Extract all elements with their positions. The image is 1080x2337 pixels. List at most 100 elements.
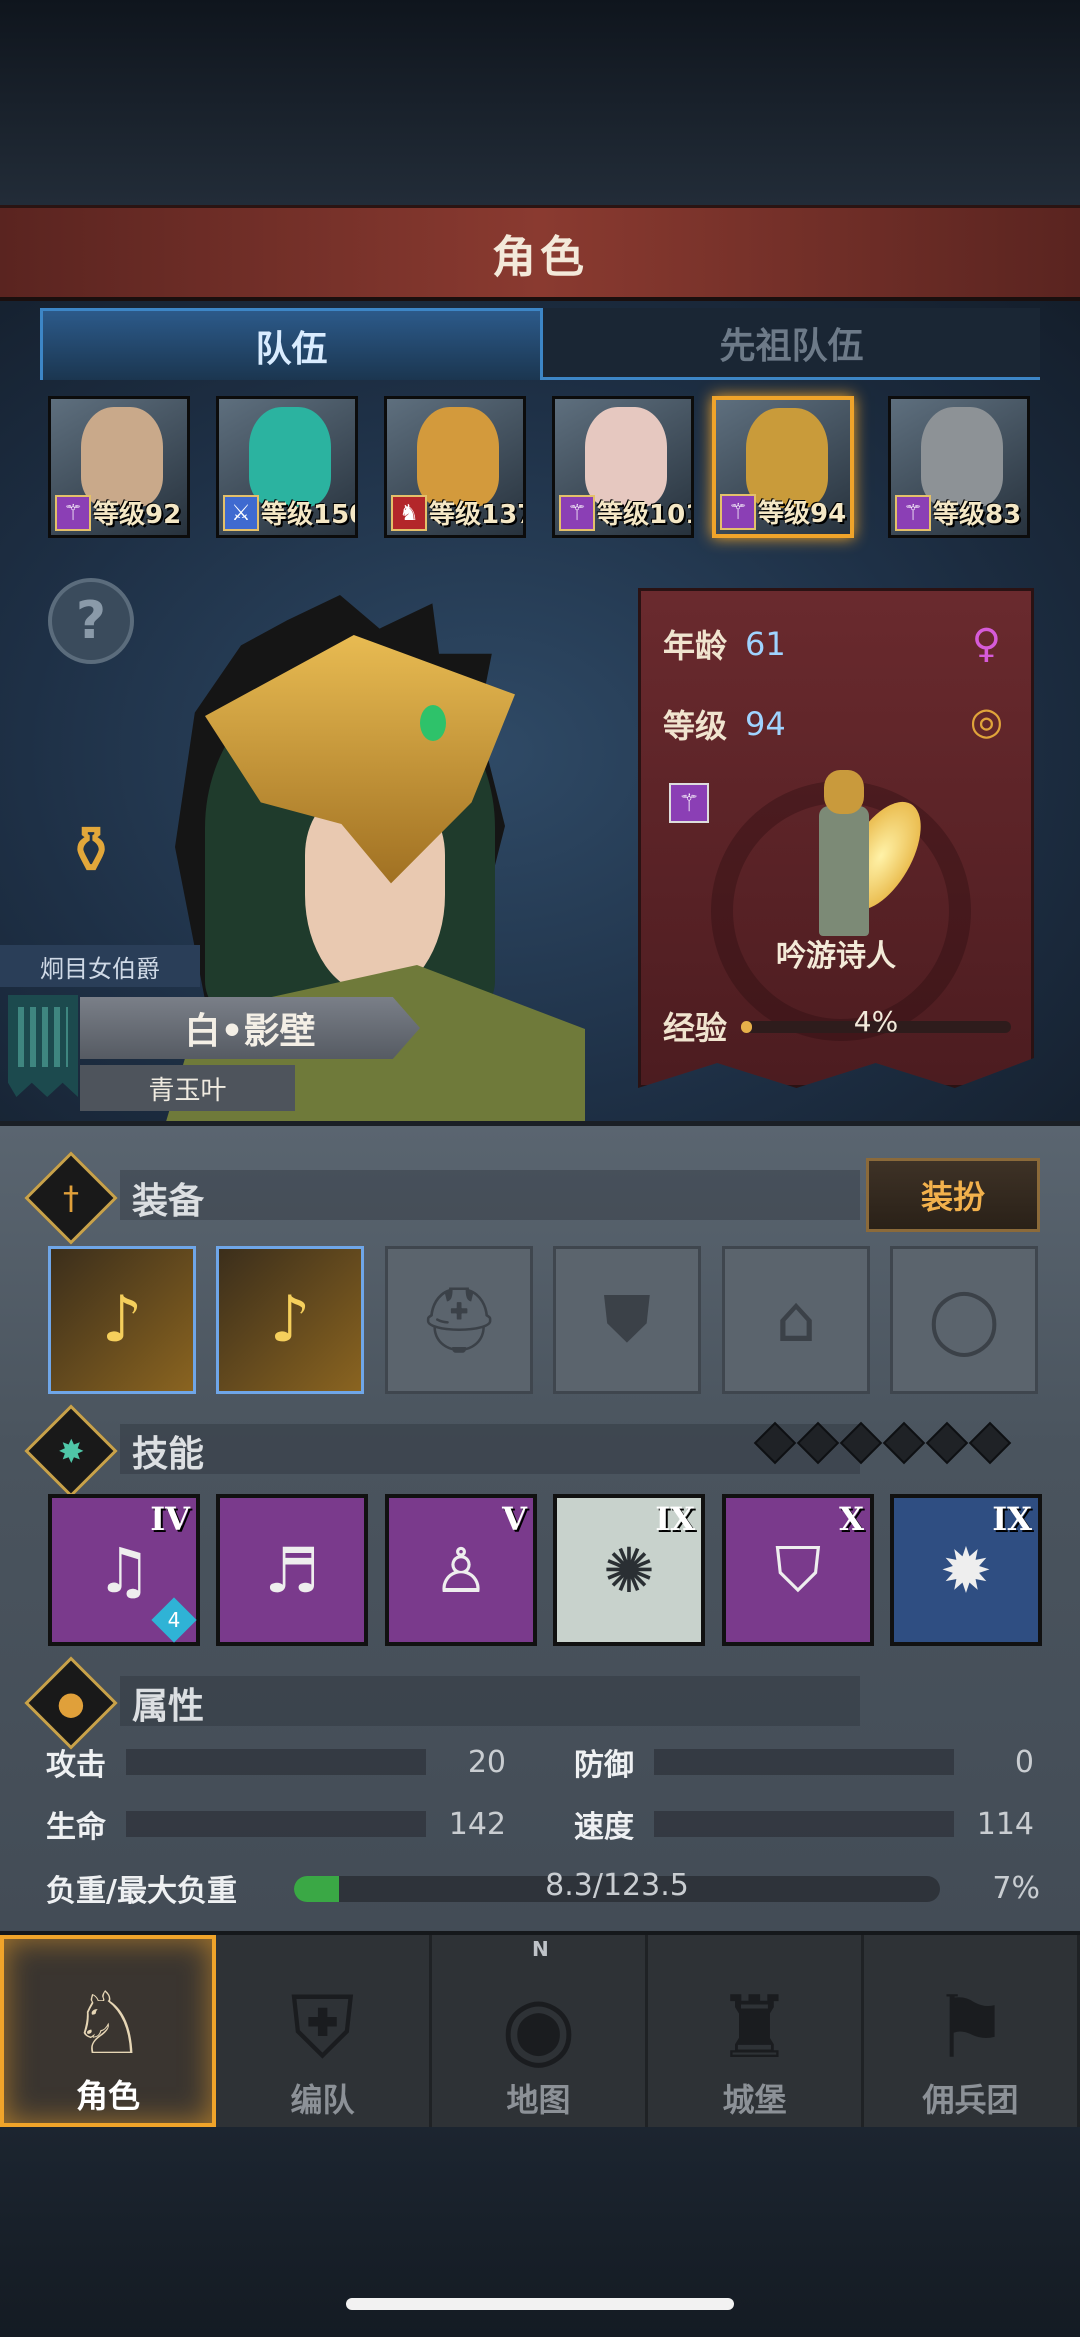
- skill-list: ♫ IV 4 ♬ ♙ V ✺ IX ⛉ X ✹ IX: [48, 1494, 1042, 1646]
- badge-count: 4: [167, 1608, 181, 1632]
- attack-row: 攻击 20: [46, 1740, 506, 1784]
- ring-slot[interactable]: ◯: [890, 1246, 1038, 1394]
- member-level: 等级150: [261, 500, 358, 530]
- skill-rank: IV: [150, 1500, 190, 1538]
- weapon-slot-1[interactable]: ♪: [48, 1246, 196, 1394]
- staff-icon: ⚚: [669, 783, 709, 823]
- skill-3[interactable]: ♙ V: [385, 1494, 537, 1646]
- level-label: 等级: [663, 707, 728, 745]
- skill-1[interactable]: ♫ IV 4: [48, 1494, 200, 1646]
- mercenary-icon: ⚑: [931, 1978, 1010, 2078]
- nav-label: 城堡: [722, 2081, 787, 2119]
- attributes-title: 属性: [132, 1686, 205, 1727]
- skill-gem-icon: [753, 1421, 797, 1465]
- member-level: 等级92: [93, 500, 182, 530]
- question-icon: ?: [75, 591, 107, 651]
- weapon-slot-2[interactable]: ♪: [216, 1246, 364, 1394]
- potion-icon: ⚱: [63, 811, 119, 889]
- skill-5[interactable]: ⛉ X: [722, 1494, 874, 1646]
- speed-row: 速度 114: [574, 1802, 1034, 1846]
- nav-mercenary[interactable]: ⚑ 佣兵团: [864, 1935, 1080, 2127]
- music-crystal-icon: ♬: [264, 1533, 320, 1607]
- skill-4[interactable]: ✺ IX: [553, 1494, 705, 1646]
- defense-row: 防御 0: [574, 1740, 1034, 1784]
- compass-north-label: N: [532, 1937, 549, 1961]
- character-name[interactable]: 白•影壁: [80, 997, 420, 1059]
- attributes-section-icon: ●: [24, 1656, 118, 1750]
- member-level: 等级137: [429, 500, 526, 530]
- person-icon: ●: [57, 1683, 85, 1722]
- age-row: 年龄 61: [663, 619, 786, 669]
- equipment-header: † 装备: [24, 1151, 205, 1245]
- equipment-section-icon: †: [24, 1151, 118, 1245]
- skill-gem-icon: [882, 1421, 926, 1465]
- skill-gem-icon: [968, 1421, 1012, 1465]
- skill-2[interactable]: ♬: [216, 1494, 368, 1646]
- help-button[interactable]: ?: [48, 578, 134, 664]
- hp-row: 生命 142: [46, 1802, 506, 1846]
- armor-slot[interactable]: ⛊: [553, 1246, 701, 1394]
- skills-header: ✸ 技能: [24, 1404, 205, 1498]
- tab-team[interactable]: 队伍: [40, 308, 543, 380]
- banner-pattern: [18, 1007, 68, 1067]
- horse-icon: ♞: [391, 495, 427, 531]
- hero-gem: [420, 705, 446, 741]
- potion-button[interactable]: ⚱: [46, 805, 136, 895]
- skill-rank: IX: [655, 1500, 695, 1538]
- rings-icon[interactable]: ◎: [970, 699, 1003, 743]
- music-note-icon: ♫: [96, 1533, 152, 1607]
- team-member-2[interactable]: ⚔ 等级150: [216, 396, 358, 538]
- team-member-3[interactable]: ♞ 等级137: [384, 396, 526, 538]
- top-background: [0, 0, 1080, 205]
- team-member-5-selected[interactable]: ⚚ 等级94: [712, 396, 854, 538]
- helmet-slot[interactable]: ⛑: [385, 1246, 533, 1394]
- skill-gems: [753, 1421, 1012, 1465]
- exp-label: 经验: [663, 1009, 728, 1047]
- nav-formation[interactable]: ⛨ 编队: [216, 1935, 432, 2127]
- home-indicator[interactable]: [346, 2298, 734, 2310]
- level-value: 94: [745, 705, 786, 743]
- team-member-4[interactable]: ⚚ 等级101: [552, 396, 694, 538]
- hp-label: 生命: [46, 1810, 106, 1845]
- team-roster: ⚚ 等级92 ⚔ 等级150 ♞ 等级137 ⚚ 等级101 ⚚ 等级94 ⚚ …: [48, 396, 1038, 538]
- guild-name: 青玉叶: [80, 1065, 295, 1111]
- skill-6[interactable]: ✹ IX: [890, 1494, 1042, 1646]
- skills-header-strip: [120, 1424, 860, 1474]
- level-row: 等级 94: [663, 699, 786, 749]
- skills-title: 技能: [132, 1434, 205, 1475]
- nav-map[interactable]: N ◉ 地图: [432, 1935, 648, 2127]
- attributes-header: ● 属性: [24, 1656, 205, 1750]
- team-tabs: 队伍 先祖队伍: [40, 308, 1040, 380]
- equipment-title: 装备: [132, 1181, 205, 1222]
- character-title: 炯目女伯爵: [0, 945, 200, 987]
- portrait-face: [585, 407, 667, 507]
- team-member-1[interactable]: ⚚ 等级92: [48, 396, 190, 538]
- equipment-slots: ♪ ♪ ⛑ ⛊ ⌂ ◯: [48, 1246, 1038, 1396]
- shield-icon: ⛉: [774, 1533, 822, 1606]
- boots-slot[interactable]: ⌂: [722, 1246, 870, 1394]
- figure-body: [819, 806, 869, 936]
- nav-castle[interactable]: ♜ 城堡: [648, 1935, 864, 2127]
- portrait-face: [81, 407, 163, 507]
- equipment-header-strip: [120, 1170, 860, 1220]
- impact-icon: ✹: [940, 1533, 992, 1607]
- skill-gem-badge: 4: [151, 1597, 197, 1643]
- member-level: 等级83: [933, 500, 1022, 530]
- attributes-header-strip: [120, 1676, 860, 1726]
- nav-label: 佣兵团: [922, 2081, 1019, 2119]
- burst-icon: ✺: [603, 1533, 655, 1607]
- staff-icon: ⚚: [895, 495, 931, 531]
- dress-up-button[interactable]: 装扮: [866, 1158, 1040, 1232]
- armor-icon: ⛊: [603, 1283, 651, 1357]
- helmet-squad-icon: ⛨: [290, 1978, 355, 2078]
- tab-ancestor-team[interactable]: 先祖队伍: [543, 308, 1040, 380]
- group-icon: ♙: [433, 1533, 489, 1607]
- castle-icon: ♜: [715, 1978, 794, 2078]
- team-member-6[interactable]: ⚚ 等级83: [888, 396, 1030, 538]
- hp-value: 142: [448, 1806, 506, 1842]
- nav-character[interactable]: ♘ 角色: [0, 1935, 216, 2127]
- skill-rank: X: [839, 1500, 864, 1538]
- knight-icon: ♘: [69, 1974, 147, 2074]
- portrait-face: [417, 407, 499, 507]
- member-level: 等级101: [597, 500, 694, 530]
